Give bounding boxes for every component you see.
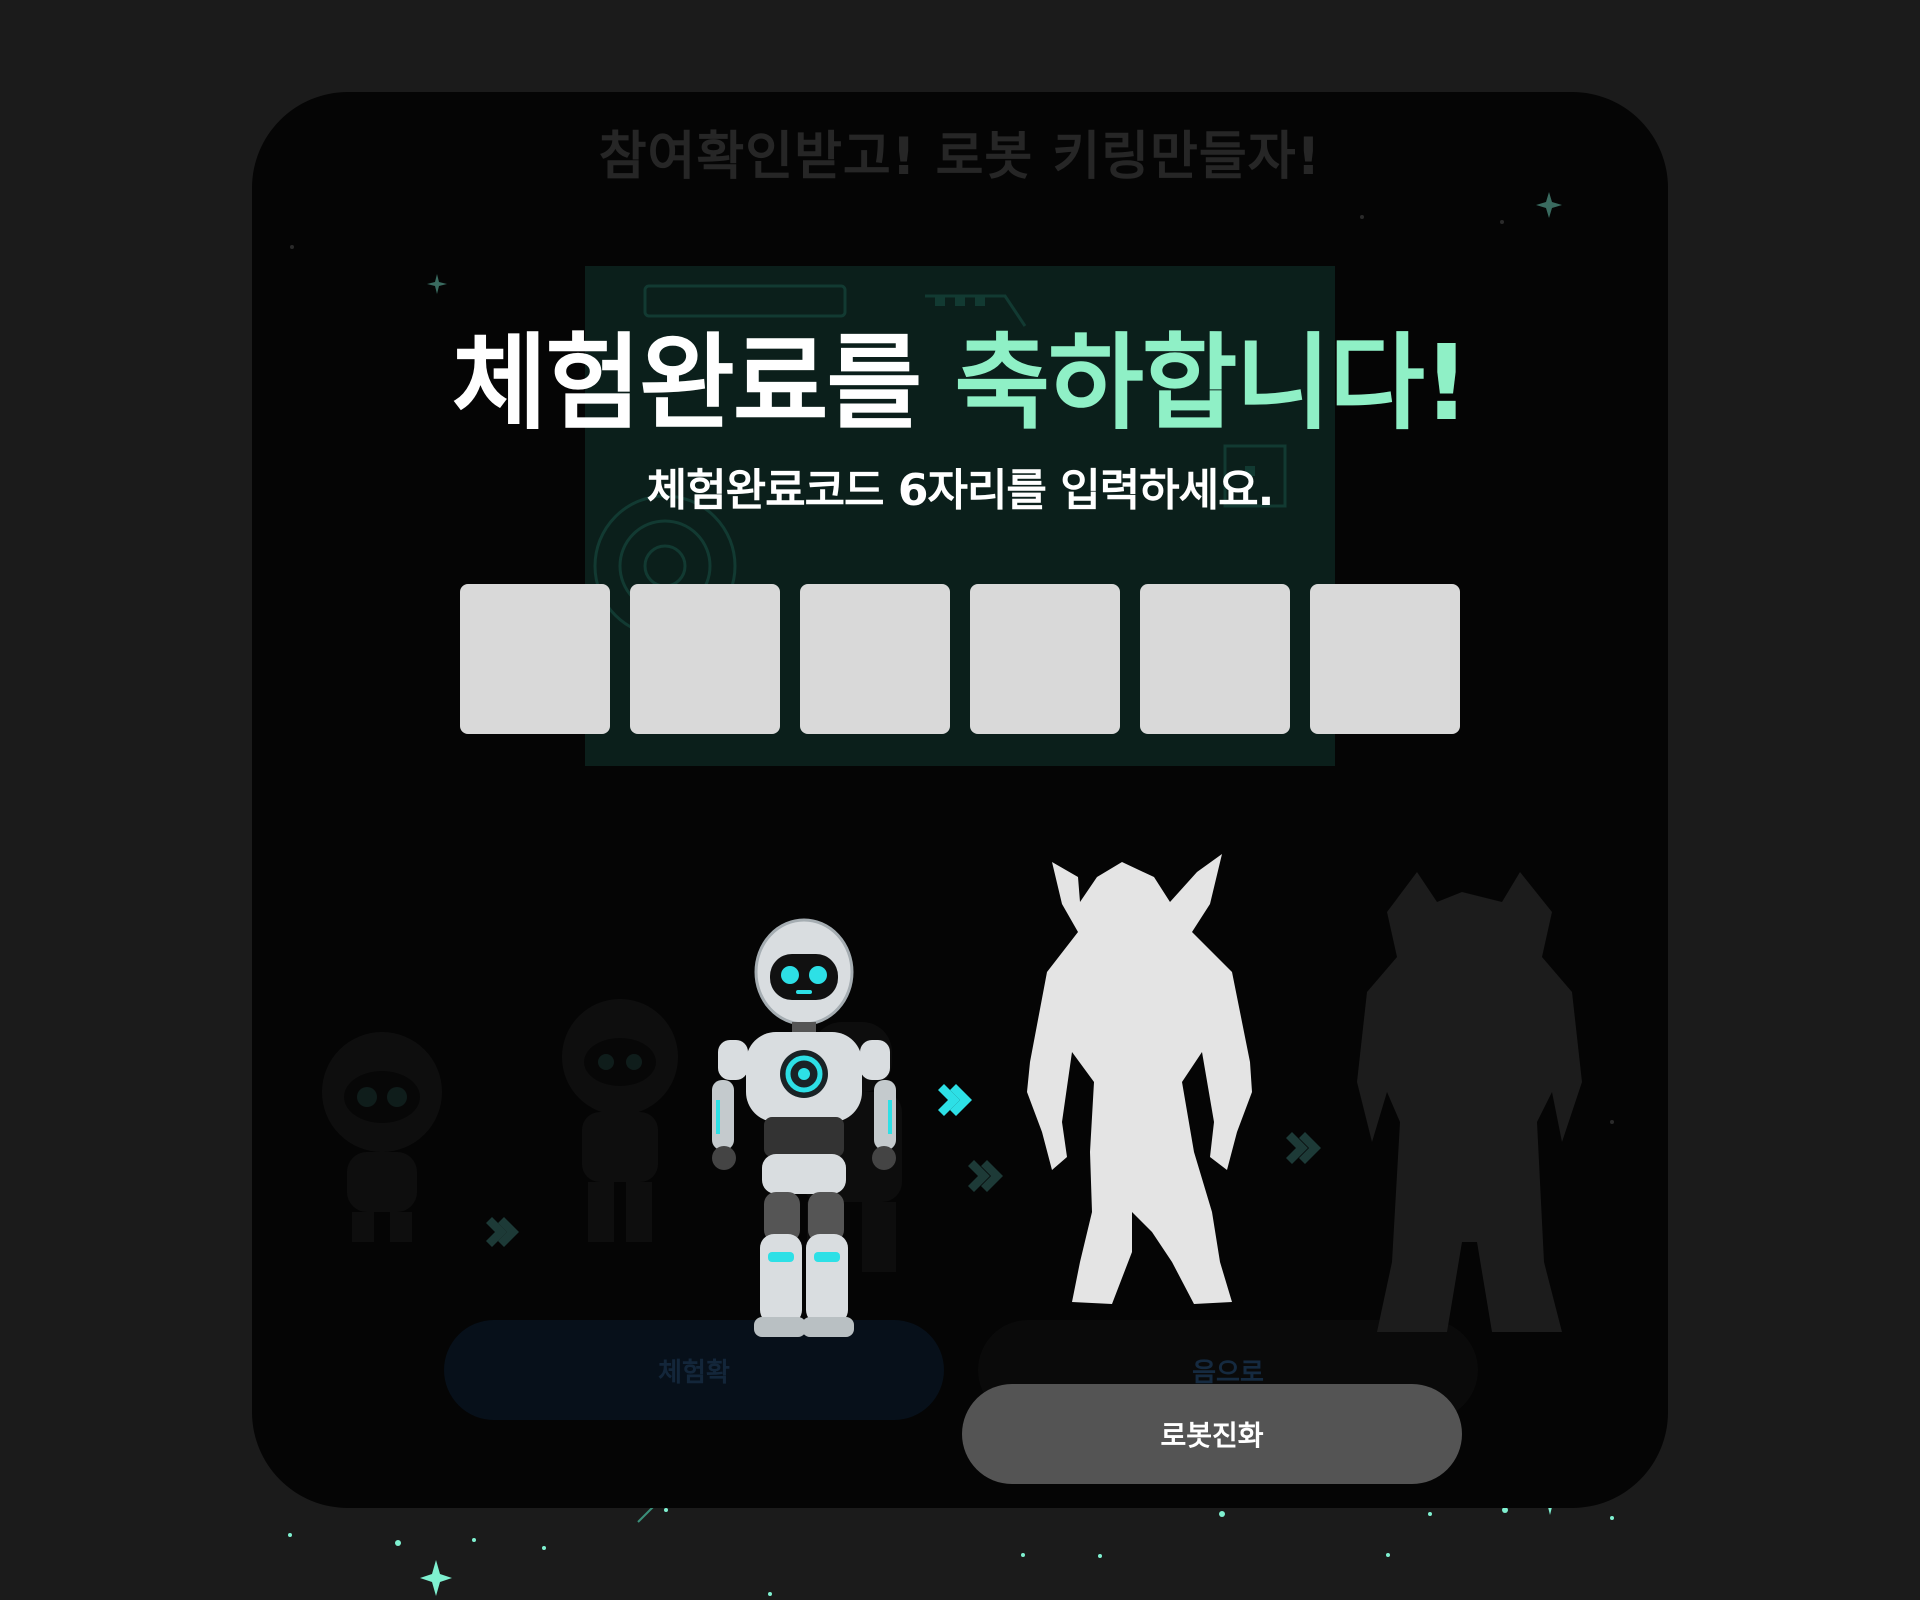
chevron-right-icon bbox=[486, 1217, 519, 1247]
modal-title: 체험완료를 축하합니다! bbox=[252, 318, 1668, 448]
code-digit-1[interactable] bbox=[460, 584, 610, 734]
background-robot-stage-2 bbox=[562, 999, 678, 1242]
modal-card: 참여확인받고! 로봇 키링만들자! 체험확 음으로 체험완료를 축하합니다! 체… bbox=[252, 92, 1668, 1508]
code-digit-4[interactable] bbox=[970, 584, 1120, 734]
background-robot-silhouette bbox=[1357, 872, 1582, 1332]
code-digit-2[interactable] bbox=[630, 584, 780, 734]
robot-silhouette bbox=[1027, 854, 1252, 1304]
modal-subtitle: 체험완료코드 6자리를 입력하세요. bbox=[646, 465, 1275, 516]
robot-evolution-illustration bbox=[322, 854, 1582, 1337]
robot-evolve-button[interactable]: 로봇진화 bbox=[962, 1384, 1462, 1484]
robot-evolve-button-label: 로봇진화 bbox=[1160, 1419, 1264, 1452]
code-digit-5[interactable] bbox=[1140, 584, 1290, 734]
code-digit-3[interactable] bbox=[800, 584, 950, 734]
background-robot-stage-1 bbox=[322, 1032, 442, 1242]
code-digit-6[interactable] bbox=[1310, 584, 1460, 734]
chevron-right-icon bbox=[938, 1084, 972, 1116]
modal-title-accent: 축하합니다! bbox=[954, 322, 1470, 444]
modal-title-main: 체험완료를 bbox=[451, 322, 922, 444]
code-input-row bbox=[460, 584, 1460, 734]
